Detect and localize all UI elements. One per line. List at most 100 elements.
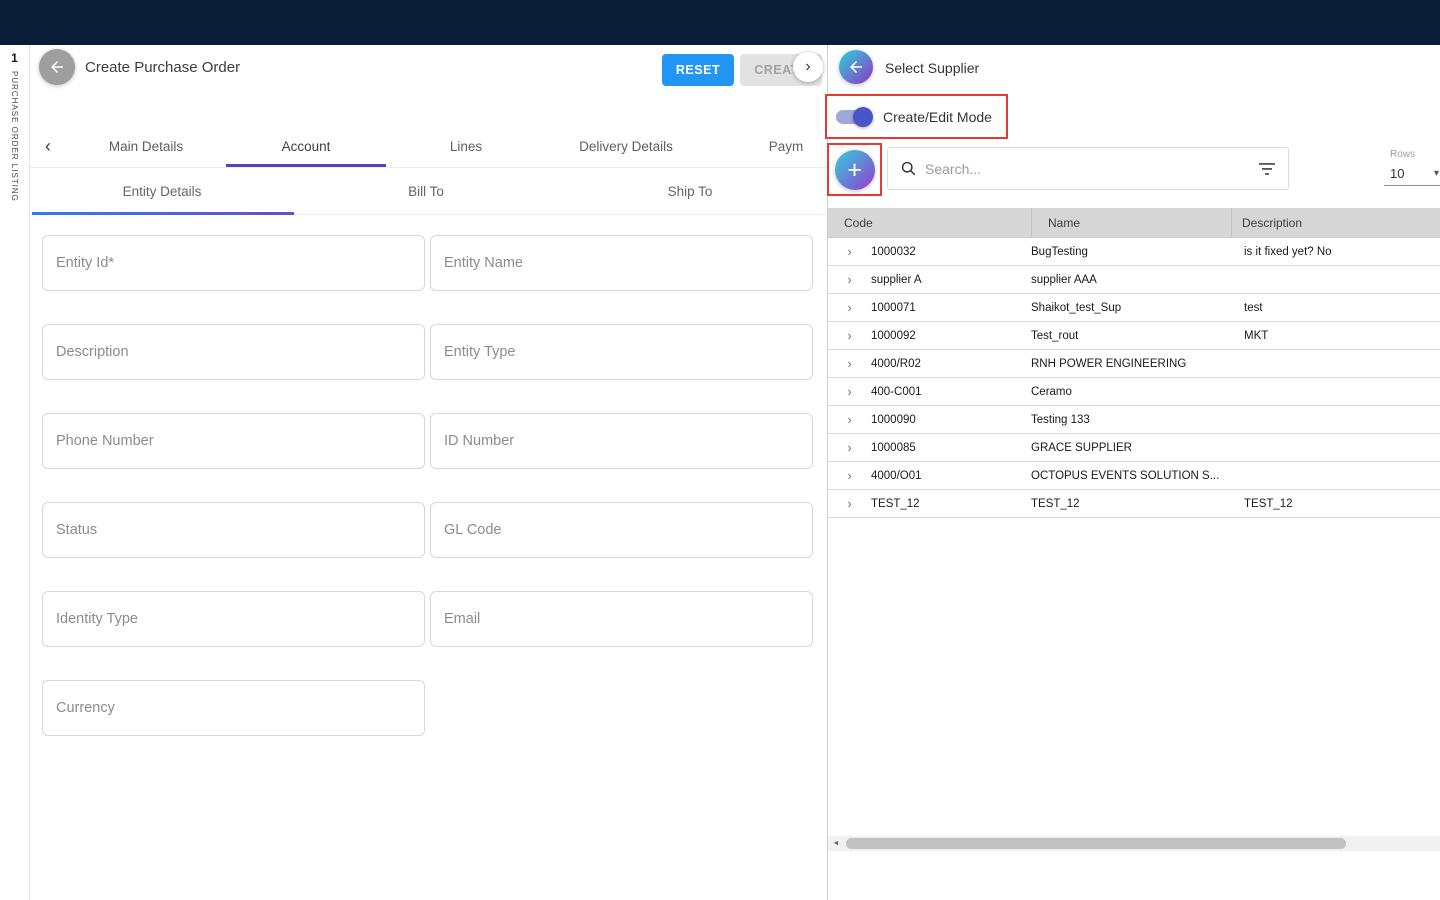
row-expand-icon[interactable]: ›	[847, 468, 851, 483]
description-field[interactable]	[42, 324, 425, 380]
column-header-name: Name	[1031, 208, 1231, 237]
supplier-back-button[interactable]	[839, 50, 873, 84]
cell-code: 1000090	[871, 414, 1031, 426]
row-expand-icon[interactable]: ›	[847, 496, 851, 511]
cell-code: 1000071	[871, 302, 1031, 314]
create-edit-mode-label: Create/Edit Mode	[883, 109, 992, 125]
identity-type-field[interactable]	[42, 591, 425, 647]
row-expand-icon[interactable]: ›	[847, 356, 851, 371]
rows-label: Rows	[1384, 149, 1440, 160]
back-button[interactable]	[39, 49, 75, 85]
cell-name: TEST_12	[1031, 498, 1231, 510]
gl-code-field[interactable]	[430, 502, 813, 558]
caret-down-icon: ▾	[1434, 168, 1439, 179]
table-row[interactable]: › 400-C001 Ceramo	[828, 378, 1440, 406]
chevron-right-icon[interactable]: ›	[793, 52, 823, 82]
toggle-thumb	[853, 107, 873, 127]
create-edit-mode-annotation: Create/Edit Mode	[825, 94, 1008, 139]
entity-id-field[interactable]	[42, 235, 425, 291]
search-input[interactable]	[925, 161, 1258, 177]
row-expand-icon[interactable]: ›	[847, 272, 851, 287]
supplier-table-header: Code Name Description	[828, 208, 1440, 238]
entity-name-field[interactable]	[430, 235, 813, 291]
cell-code: 1000032	[871, 246, 1031, 258]
phone-number-field[interactable]	[42, 413, 425, 469]
cell-name: Testing 133	[1031, 414, 1231, 426]
table-row[interactable]: › 4000/O01 OCTOPUS EVENTS SOLUTION S...	[828, 462, 1440, 490]
create-edit-mode-toggle[interactable]	[836, 110, 870, 124]
row-expand-icon[interactable]: ›	[847, 300, 851, 315]
cell-name: Test_rout	[1031, 330, 1231, 342]
subtab-bill-to[interactable]: Bill To	[294, 168, 558, 214]
rail-label: PURCHASE ORDER LISTING	[10, 71, 19, 202]
purchase-order-panel: Create Purchase Order RESET CREATE ‹ Mai…	[30, 45, 827, 900]
cell-name: GRACE SUPPLIER	[1031, 442, 1231, 454]
horizontal-scrollbar[interactable]: ◄	[828, 836, 1440, 851]
column-header-code: Code	[828, 216, 1031, 230]
table-row[interactable]: › 1000090 Testing 133	[828, 406, 1440, 434]
row-expand-icon[interactable]: ›	[847, 328, 851, 343]
chevron-left-icon[interactable]: ‹	[30, 125, 66, 167]
table-row[interactable]: › TEST_12 TEST_12 TEST_12	[828, 490, 1440, 518]
cell-name: Ceramo	[1031, 386, 1231, 398]
cell-code: 400-C001	[871, 386, 1031, 398]
rows-value: 10	[1390, 166, 1404, 181]
rail-number: 1	[0, 51, 29, 65]
cell-description: test	[1231, 302, 1440, 314]
subtab-entity-details[interactable]: Entity Details	[30, 168, 294, 214]
table-row[interactable]: › 4000/R02 RNH POWER ENGINEERING	[828, 350, 1440, 378]
cell-code: 1000085	[871, 442, 1031, 454]
cell-code: supplier A	[871, 274, 1031, 286]
cell-name: RNH POWER ENGINEERING	[1031, 358, 1231, 370]
table-row[interactable]: › 1000085 GRACE SUPPLIER	[828, 434, 1440, 462]
row-expand-icon[interactable]: ›	[847, 244, 851, 259]
supplier-table: Code Name Description › 1000032 BugTesti…	[828, 208, 1440, 518]
tab-delivery-details[interactable]: Delivery Details	[546, 125, 706, 167]
supplier-panel-title: Select Supplier	[885, 60, 979, 76]
entity-details-form	[42, 235, 813, 736]
subtab-ship-to[interactable]: Ship To	[558, 168, 822, 214]
entity-type-field[interactable]	[430, 324, 813, 380]
table-row[interactable]: › supplier A supplier AAA	[828, 266, 1440, 294]
cell-code: 4000/R02	[871, 358, 1031, 370]
add-supplier-button[interactable]: +	[835, 150, 875, 190]
column-header-description: Description	[1231, 208, 1440, 237]
cell-code: 1000092	[871, 330, 1031, 342]
cell-name: BugTesting	[1031, 246, 1231, 258]
scrollbar-left-arrow[interactable]: ◄	[828, 836, 844, 851]
page-title: Create Purchase Order	[85, 59, 240, 76]
cell-name: Shaikot_test_Sup	[1031, 302, 1231, 314]
row-expand-icon[interactable]: ›	[847, 412, 851, 427]
add-supplier-annotation: +	[827, 143, 882, 196]
supplier-table-body: › 1000032 BugTesting is it fixed yet? No…	[828, 238, 1440, 518]
rows-per-page-select[interactable]: Rows 10 ▾	[1384, 149, 1440, 186]
left-rail: 1 PURCHASE ORDER LISTING	[0, 45, 30, 900]
subtab-bar: Entity Details Bill To Ship To	[30, 168, 827, 215]
tabs: Main Details Account Lines Delivery Deta…	[66, 125, 827, 167]
cell-name: OCTOPUS EVENTS SOLUTION S...	[1031, 470, 1231, 482]
row-expand-icon[interactable]: ›	[847, 384, 851, 399]
filter-icon[interactable]	[1258, 162, 1276, 176]
row-expand-icon[interactable]: ›	[847, 440, 851, 455]
table-row[interactable]: › 1000092 Test_rout MKT	[828, 322, 1440, 350]
cell-description: MKT	[1231, 330, 1440, 342]
supplier-panel: Select Supplier Create/Edit Mode + Rows …	[827, 45, 1440, 900]
cell-code: 4000/O01	[871, 470, 1031, 482]
email-field[interactable]	[430, 591, 813, 647]
scrollbar-thumb[interactable]	[846, 838, 1346, 849]
arrow-left-icon	[48, 58, 66, 76]
status-field[interactable]	[42, 502, 425, 558]
tab-lines[interactable]: Lines	[386, 125, 546, 167]
tab-account[interactable]: Account	[226, 125, 386, 167]
id-number-field[interactable]	[430, 413, 813, 469]
currency-field[interactable]	[42, 680, 425, 736]
tab-payment[interactable]: Paym	[706, 125, 827, 167]
cell-code: TEST_12	[871, 498, 1031, 510]
table-row[interactable]: › 1000071 Shaikot_test_Sup test	[828, 294, 1440, 322]
tab-main-details[interactable]: Main Details	[66, 125, 226, 167]
search-icon	[900, 160, 917, 177]
cell-name: supplier AAA	[1031, 274, 1231, 286]
supplier-search-bar	[887, 147, 1289, 190]
table-row[interactable]: › 1000032 BugTesting is it fixed yet? No	[828, 238, 1440, 266]
reset-button[interactable]: RESET	[662, 54, 734, 86]
